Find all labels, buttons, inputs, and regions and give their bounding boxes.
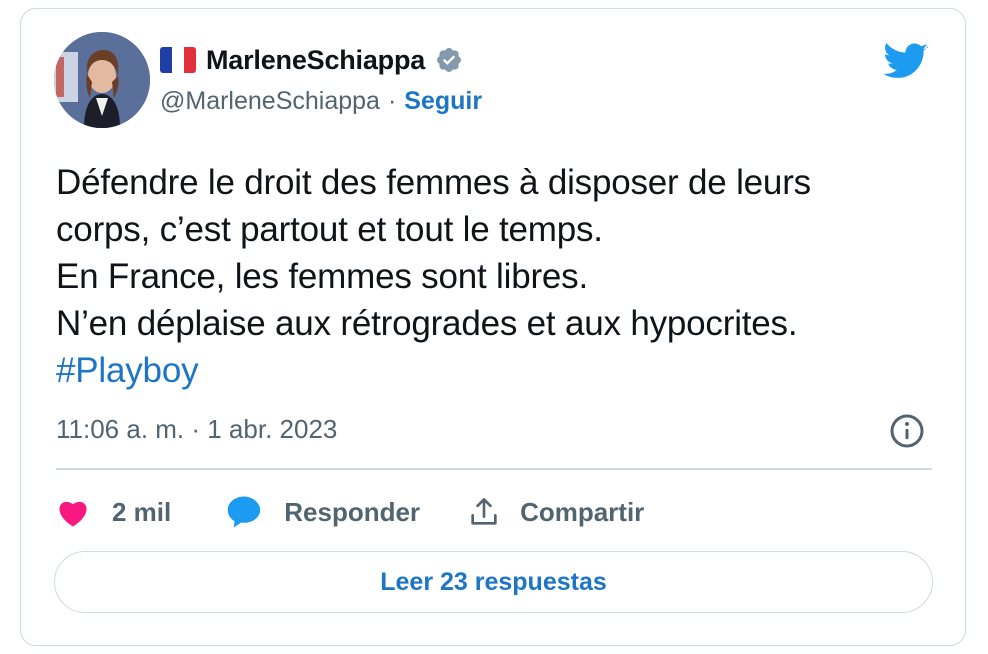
share-icon [471,498,497,525]
like-count: 2 mil [112,496,172,527]
reply-bubble-icon [227,496,261,528]
reply-button[interactable]: Responder [226,495,420,529]
tweet-text: Défendre le droit des femmes à disposer … [56,159,936,394]
author-name-row: MarleneSchiappa [160,43,463,77]
avatar[interactable] [54,32,150,128]
avatar-photo [54,32,150,128]
like-button[interactable]: 2 mil [56,497,171,528]
author-handle[interactable]: @MarleneSchiappa [160,87,380,116]
follow-button[interactable]: Seguir [404,87,482,116]
tweet-line: N’en déplaise aux rétrogrades et aux hyp… [56,304,798,343]
share-label: Compartir [520,496,645,527]
hashtag-link[interactable]: #Playboy [56,347,936,394]
author-name[interactable]: MarleneSchiappa [206,45,425,76]
tweet-line: Défendre le droit des femmes à disposer … [56,163,811,202]
reply-label: Responder [284,496,421,527]
tweet-line: corps, c’est partout et tout le temps. [56,210,603,249]
read-replies-button[interactable]: Leer 23 respuestas [54,551,933,613]
tweet-line: En France, les femmes sont libres. [56,257,589,296]
verified-badge-icon [437,48,462,72]
france-flag-icon [160,47,196,73]
separator-dot: · [387,87,397,115]
author-handle-row: @MarleneSchiappa · Seguir [160,87,482,116]
tweet-timestamp[interactable]: 11:06 a. m. · 1 abr. 2023 [56,414,337,445]
heart-icon [59,501,87,527]
tweet-card: MarleneSchiappa @MarleneSchiappa · Segui… [20,8,966,646]
twitter-bird-icon[interactable] [883,43,929,81]
divider [56,468,932,470]
share-button[interactable]: Compartir [468,496,644,528]
action-bar: 2 mil Responder Compartir [56,491,644,533]
info-icon[interactable] [889,413,925,449]
